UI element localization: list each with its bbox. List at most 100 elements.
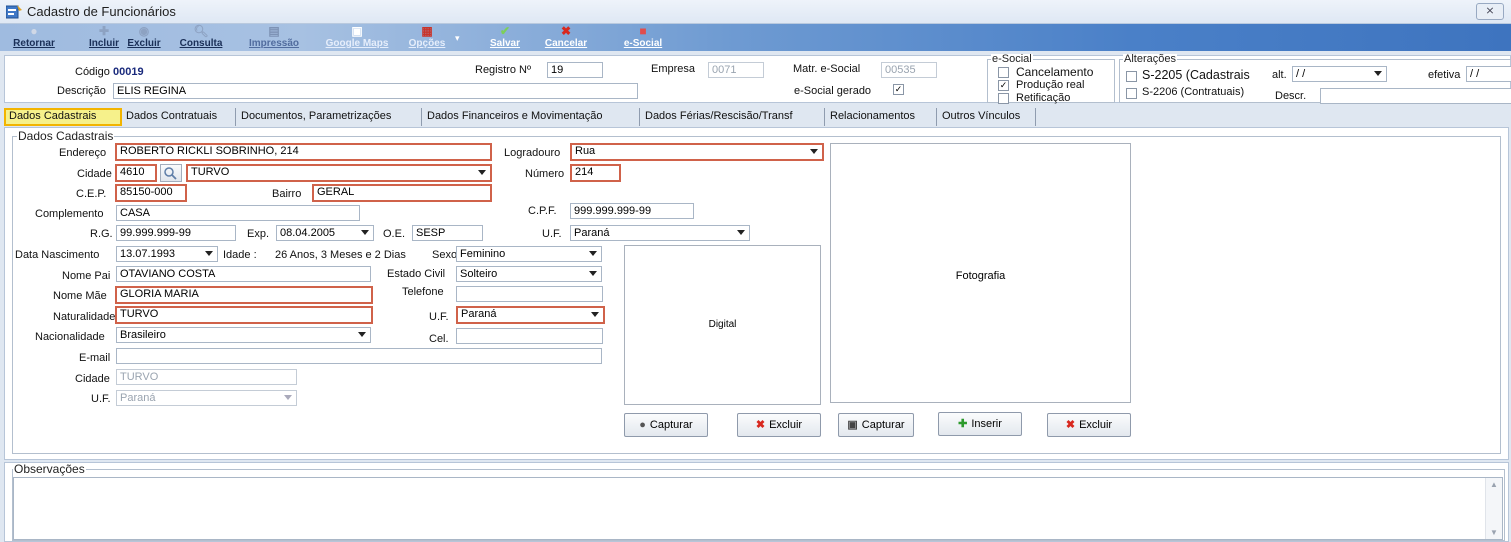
fingerprint-icon: ● [639,419,646,431]
observacoes-scrollbar[interactable]: ▲ ▼ [1485,478,1502,539]
tab-relacionamentos[interactable]: Relacionamentos [827,108,937,126]
capturar-foto-button[interactable]: ▣ Capturar [838,413,914,437]
printer-icon: ▤ [268,24,280,38]
opcoes-button[interactable]: ▦ Opções [402,24,452,51]
dados-cadastrais-title: Dados Cadastrais [17,129,115,143]
esocial-icon: ■ [639,24,647,38]
cep-label: C.E.P. [76,188,107,200]
naturalidade-input[interactable]: TURVO [115,306,373,324]
excluir-button[interactable]: ◉ Excluir [125,24,163,51]
endereco-label: Endereço [59,147,107,159]
numero-input[interactable]: 214 [570,164,621,182]
descr-input[interactable] [1320,88,1511,104]
alteracoes-group: Alterações S-2205 (Cadastrais S-2206 (Co… [1119,54,1511,104]
cidade-dropdown[interactable]: TURVO [186,164,492,182]
tab-dados-ferias[interactable]: Dados Férias/Rescisão/Transf [642,108,825,126]
chevron-down-icon [589,271,597,276]
bairro-input[interactable]: GERAL [312,184,492,202]
uf-dropdown[interactable]: Paraná [570,225,750,241]
empresa-input[interactable]: 0071 [708,62,764,78]
endereco-input[interactable]: ROBERTO RICKLI SOBRINHO, 214 [115,143,492,161]
efetiva-input[interactable]: / / [1466,66,1511,82]
fotografia-frame: Fotografia [830,143,1131,403]
cidade-code-input[interactable]: 4610 [115,164,157,182]
nome-mae-label: Nome Mãe [53,290,107,302]
nome-pai-input[interactable]: OTAVIANO COSTA [116,266,371,282]
chevron-down-icon [589,251,597,256]
esocial-gerado-checkbox[interactable]: ✓ [893,84,904,95]
consulta-button[interactable]: 🔍︎ Consulta [168,24,234,51]
title-bar: Cadastro de Funcionários ⨯ [0,0,1511,24]
cidade2-label: Cidade [75,373,110,385]
esocial-group-title: e-Social [991,53,1033,65]
google-maps-button[interactable]: ▣ Google Maps [322,24,392,51]
back-icon: ● [30,24,38,38]
close-icon[interactable]: ⨯ [1476,3,1504,20]
cidade-search-button[interactable] [160,164,182,182]
s2205-checkbox[interactable] [1126,71,1137,82]
efetiva-label: efetiva [1428,69,1461,81]
alt-date-dropdown[interactable]: / / [1292,66,1387,82]
tab-outros-vinculos[interactable]: Outros Vínculos [939,108,1036,126]
retornar-button[interactable]: ● Retornar [7,24,61,51]
registro-input[interactable]: 19 [547,62,603,78]
s2206-checkbox[interactable] [1126,88,1137,99]
trash-icon: ◉ [138,24,150,38]
complemento-label: Complemento [35,208,104,220]
uf2-dropdown[interactable]: Paraná [456,306,605,324]
email-input[interactable] [116,348,602,364]
inserir-foto-button[interactable]: ✚ Inserir [938,412,1022,436]
scroll-up-icon[interactable]: ▲ [1490,480,1498,489]
estado-civil-dropdown[interactable]: Solteiro [456,266,602,282]
descricao-input[interactable]: ELIS REGINA [113,83,638,99]
cancelamento-checkbox[interactable] [998,67,1009,78]
complemento-input[interactable]: CASA [116,205,360,221]
salvar-button[interactable]: ✔ Salvar [484,24,526,51]
window-title: Cadastro de Funcionários [27,4,176,19]
tab-dados-cadastrais[interactable]: Dados Cadastrais [4,108,122,126]
logradouro-dropdown[interactable]: Rua [570,143,824,161]
cpf-input[interactable]: 999.999.999-99 [570,203,694,219]
scroll-down-icon[interactable]: ▼ [1490,528,1498,537]
cidade-label: Cidade [77,168,112,180]
cep-input[interactable]: 85150-000 [115,184,187,202]
excluir-digital-button[interactable]: ✖ Excluir [737,413,821,437]
nascimento-date-dropdown[interactable]: 13.07.1993 [116,246,218,262]
excluir-foto-button[interactable]: ✖ Excluir [1047,413,1131,437]
uf3-dropdown[interactable]: Paraná [116,390,297,406]
cel-input[interactable] [456,328,603,344]
observacoes-textarea[interactable]: ▲ ▼ [13,477,1503,540]
numero-label: Número [525,168,565,180]
esocial-button[interactable]: ■ e-Social [618,24,668,51]
uf-label: U.F. [542,228,562,240]
producao-label: Produção real [1016,79,1085,91]
rg-input[interactable]: 99.999.999-99 [116,225,236,241]
sexo-dropdown[interactable]: Feminino [456,246,602,262]
oe-input[interactable]: SESP [412,225,483,241]
cpf-label: C.P.F. [528,205,557,217]
chevron-down-icon [591,312,599,317]
exp-date-dropdown[interactable]: 08.04.2005 [276,225,374,241]
cancelar-button[interactable]: ✖ Cancelar [540,24,592,51]
incluir-button[interactable]: ✚ Incluir [84,24,124,51]
telefone-input[interactable] [456,286,603,302]
dados-cadastrais-panel: Dados Cadastrais Endereço ROBERTO RICKLI… [4,127,1509,460]
exp-label: Exp. [247,228,270,240]
producao-checkbox[interactable]: ✓ [998,80,1009,91]
retificacao-checkbox[interactable] [998,93,1009,104]
uf3-label: U.F. [91,393,111,405]
impressao-button[interactable]: ▤ Impressão [234,24,314,51]
matr-esocial-input[interactable]: 00535 [881,62,937,78]
plus-icon: ✚ [98,24,110,38]
nascimento-label: Data Nascimento [15,249,100,261]
close-icon: ✖ [755,419,766,431]
tab-dados-financeiros[interactable]: Dados Financeiros e Movimentação [424,108,640,126]
nacionalidade-dropdown[interactable]: Brasileiro [116,327,371,343]
cidade2-input[interactable]: TURVO [116,369,297,385]
nome-mae-input[interactable]: GLORIA MARIA [115,286,373,304]
alteracoes-group-title: Alterações [1123,53,1177,65]
tab-documentos[interactable]: Documentos, Parametrizações [238,108,422,126]
opcoes-dropdown-icon[interactable]: ▾ [455,33,460,44]
capturar-digital-button[interactable]: ● Capturar [624,413,708,437]
tab-dados-contratuais[interactable]: Dados Contratuais [123,108,236,126]
